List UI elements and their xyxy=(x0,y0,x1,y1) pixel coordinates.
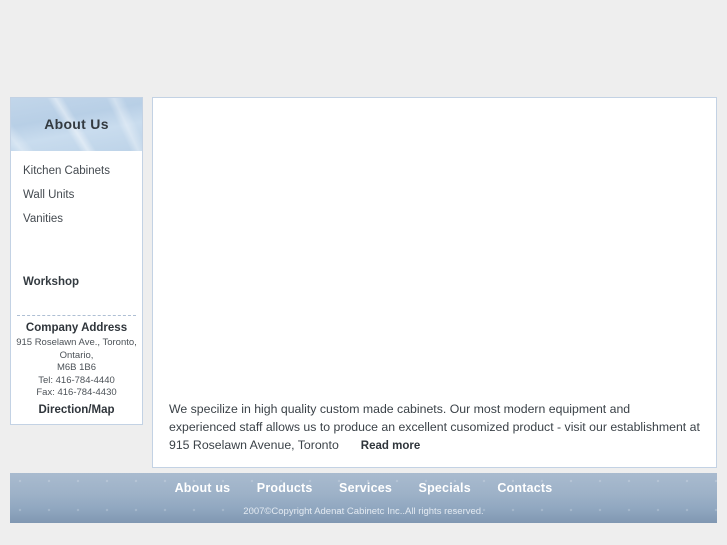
footer-link-contacts[interactable]: Contacts xyxy=(497,481,552,495)
footer-nav: About us Products Services Specials Cont… xyxy=(10,473,717,497)
footer-link-products[interactable]: Products xyxy=(257,481,313,495)
address-line-province: Ontario, xyxy=(59,349,94,361)
page-root: About Us Kitchen Cabinets Wall Units Van… xyxy=(0,0,727,545)
address-line-telephone: Tel: 416-784-4440 xyxy=(38,374,115,386)
company-address-heading: Company Address xyxy=(25,322,128,334)
direction-map-link[interactable]: Direction/Map xyxy=(15,404,138,416)
sidebar-nav: Kitchen Cabinets Wall Units Vanities xyxy=(11,151,142,231)
address-line-postal-code: M6B 1B6 xyxy=(56,362,97,373)
sidebar-title: About Us xyxy=(44,116,109,132)
sidebar-item-kitchen-cabinets[interactable]: Kitchen Cabinets xyxy=(11,159,142,183)
intro-paragraph: We specilize in high quality custom made… xyxy=(153,394,716,455)
header-banner xyxy=(0,0,727,95)
main-content-panel: We specilize in high quality custom made… xyxy=(152,97,717,468)
sidebar: About Us Kitchen Cabinets Wall Units Van… xyxy=(10,97,143,425)
read-more-link[interactable]: Read more xyxy=(361,440,420,452)
sidebar-heading-workshop[interactable]: Workshop xyxy=(11,271,142,293)
footer: About us Products Services Specials Cont… xyxy=(10,473,717,523)
sidebar-item-vanities[interactable]: Vanities xyxy=(11,207,142,231)
copyright-text: 2007©Copyright Adenat Cabinetc Inc..All … xyxy=(243,506,484,517)
sidebar-item-wall-units[interactable]: Wall Units xyxy=(11,183,142,207)
intro-text: We specilize in high quality custom made… xyxy=(169,402,700,452)
footer-link-specials[interactable]: Specials xyxy=(419,481,471,495)
company-address-block: Company Address 915 Roselawn Ave., Toron… xyxy=(11,316,142,424)
footer-link-services[interactable]: Services xyxy=(339,481,392,495)
address-line-street: 915 Roselawn Ave., Toronto, xyxy=(16,337,137,348)
sidebar-header: About Us xyxy=(11,98,142,151)
hero-image-slot xyxy=(153,98,716,394)
footer-link-about-us[interactable]: About us xyxy=(175,481,231,495)
address-line-fax: Fax: 416-784-4430 xyxy=(36,387,117,398)
